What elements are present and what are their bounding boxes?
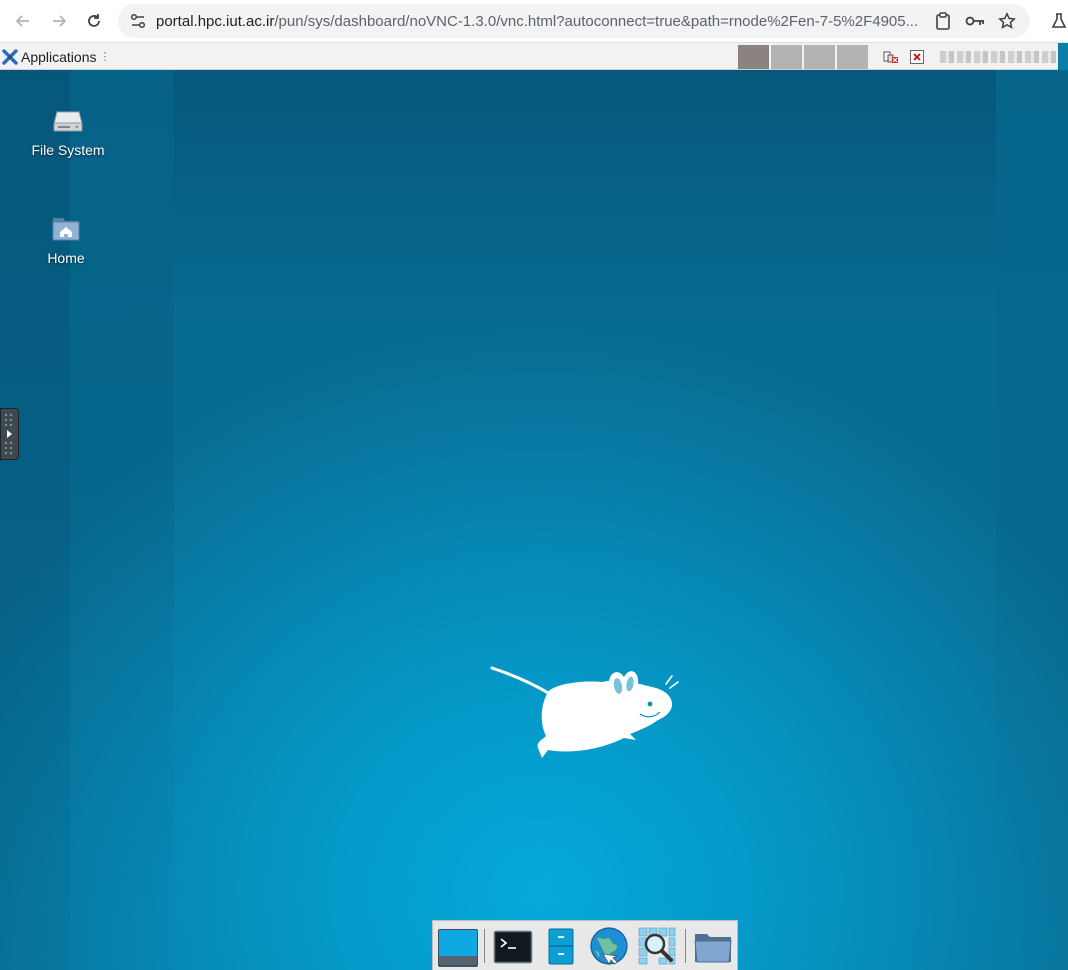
wallpaper-band bbox=[0, 70, 70, 970]
grip-dots-icon bbox=[5, 414, 12, 454]
workspace-3[interactable] bbox=[804, 45, 835, 69]
desktop-icon-label: File System bbox=[31, 142, 105, 158]
applications-label: Applications bbox=[21, 48, 97, 65]
network-disconnected-icon[interactable] bbox=[883, 49, 898, 63]
wallpaper-band bbox=[996, 70, 1068, 970]
workspace-1[interactable] bbox=[738, 45, 769, 69]
workspace-4[interactable] bbox=[837, 45, 868, 69]
workspace-2[interactable] bbox=[771, 45, 802, 69]
dock-separator bbox=[484, 929, 485, 963]
novnc-control-bar-handle[interactable] bbox=[0, 408, 19, 460]
browser-toolbar: portal.hpc.iut.ac.ir/pun/sys/dashboard/n… bbox=[0, 0, 1068, 43]
drive-harddisk-icon bbox=[52, 104, 84, 136]
wallpaper-band bbox=[174, 70, 996, 330]
file-manager-button[interactable] bbox=[541, 926, 581, 966]
site-info-icon[interactable] bbox=[127, 10, 149, 32]
password-key-icon[interactable] bbox=[964, 10, 986, 32]
home-folder-icon bbox=[50, 212, 82, 244]
magnifier-icon bbox=[638, 927, 676, 965]
labs-flask-button[interactable] bbox=[1044, 7, 1068, 35]
menu-grip-icon: ⋮ bbox=[99, 51, 111, 63]
clock-blurred bbox=[940, 51, 1058, 63]
wallpaper-band bbox=[70, 70, 174, 970]
xfce-top-panel: Applications ⋮ bbox=[0, 43, 1058, 70]
reload-button[interactable] bbox=[79, 7, 109, 35]
url-text[interactable]: portal.hpc.iut.ac.ir/pun/sys/dashboard/n… bbox=[156, 13, 926, 30]
forward-arrow-icon bbox=[53, 15, 67, 27]
bottom-dock-panel bbox=[432, 920, 738, 970]
forward-button[interactable] bbox=[44, 7, 74, 35]
close-notification-icon[interactable] bbox=[910, 49, 924, 64]
terminal-button[interactable] bbox=[493, 926, 533, 966]
file-cabinet-icon bbox=[548, 928, 574, 965]
app-finder-button[interactable] bbox=[637, 926, 677, 966]
back-button[interactable] bbox=[8, 7, 38, 35]
dock-separator bbox=[685, 929, 686, 963]
bookmark-star-icon[interactable] bbox=[996, 10, 1018, 32]
xfce-logo-icon bbox=[2, 48, 18, 65]
folder-icon bbox=[694, 934, 732, 963]
web-browser-button[interactable] bbox=[589, 926, 629, 966]
clipboard-icon[interactable] bbox=[932, 10, 954, 32]
desktop-icon-home[interactable]: Home bbox=[16, 212, 116, 266]
address-bar[interactable]: portal.hpc.iut.ac.ir/pun/sys/dashboard/n… bbox=[118, 4, 1030, 38]
back-arrow-icon bbox=[15, 15, 29, 27]
applications-menu[interactable]: Applications ⋮ bbox=[2, 46, 111, 67]
folder-button[interactable] bbox=[693, 926, 733, 966]
desktop[interactable]: File System Home bbox=[0, 70, 1068, 970]
show-desktop-icon bbox=[438, 929, 478, 967]
desktop-icon-label: Home bbox=[47, 250, 85, 266]
url-path: /pun/sys/dashboard/noVNC-1.3.0/vnc.html?… bbox=[274, 13, 919, 30]
xfce-mouse-logo bbox=[490, 666, 679, 758]
desktop-icon-file-system[interactable]: File System bbox=[18, 104, 118, 158]
flask-icon bbox=[1051, 13, 1067, 28]
url-host: portal.hpc.iut.ac.ir bbox=[156, 13, 275, 30]
terminal-icon bbox=[493, 930, 533, 964]
show-desktop-button[interactable] bbox=[437, 926, 478, 967]
reload-icon bbox=[88, 14, 100, 27]
globe-icon bbox=[590, 927, 628, 965]
